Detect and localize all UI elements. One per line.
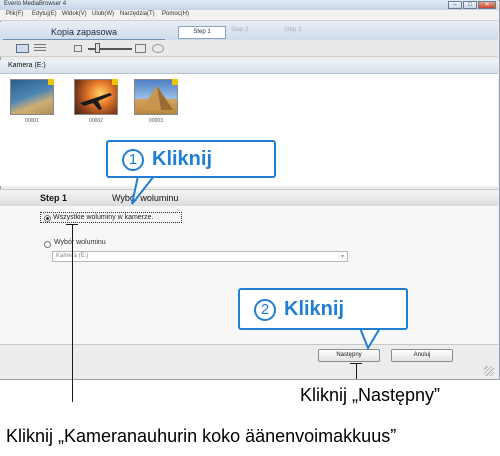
annotation-all-volumes: Kliknij „Kameranauhurin koko äänenvoimak… <box>6 426 397 446</box>
callout-2-text: Kliknij <box>284 298 345 320</box>
callout-1-text: Kliknij <box>152 148 213 170</box>
leader-line-all-volumes <box>72 224 73 402</box>
annotation-next: Kliknij „Następny” <box>300 385 441 405</box>
callout-2-pointer <box>358 327 382 351</box>
callout-2: 2 Kliknij <box>238 288 408 330</box>
leader-line-next-tick <box>350 363 362 364</box>
callout-2-number: 2 <box>254 299 276 321</box>
leader-line-all-volumes-tick <box>66 224 78 225</box>
callout-1-pointer <box>131 175 157 205</box>
callout-1-number: 1 <box>122 149 144 171</box>
callout-1: 1 Kliknij <box>106 140 276 178</box>
leader-line-next <box>356 363 357 379</box>
